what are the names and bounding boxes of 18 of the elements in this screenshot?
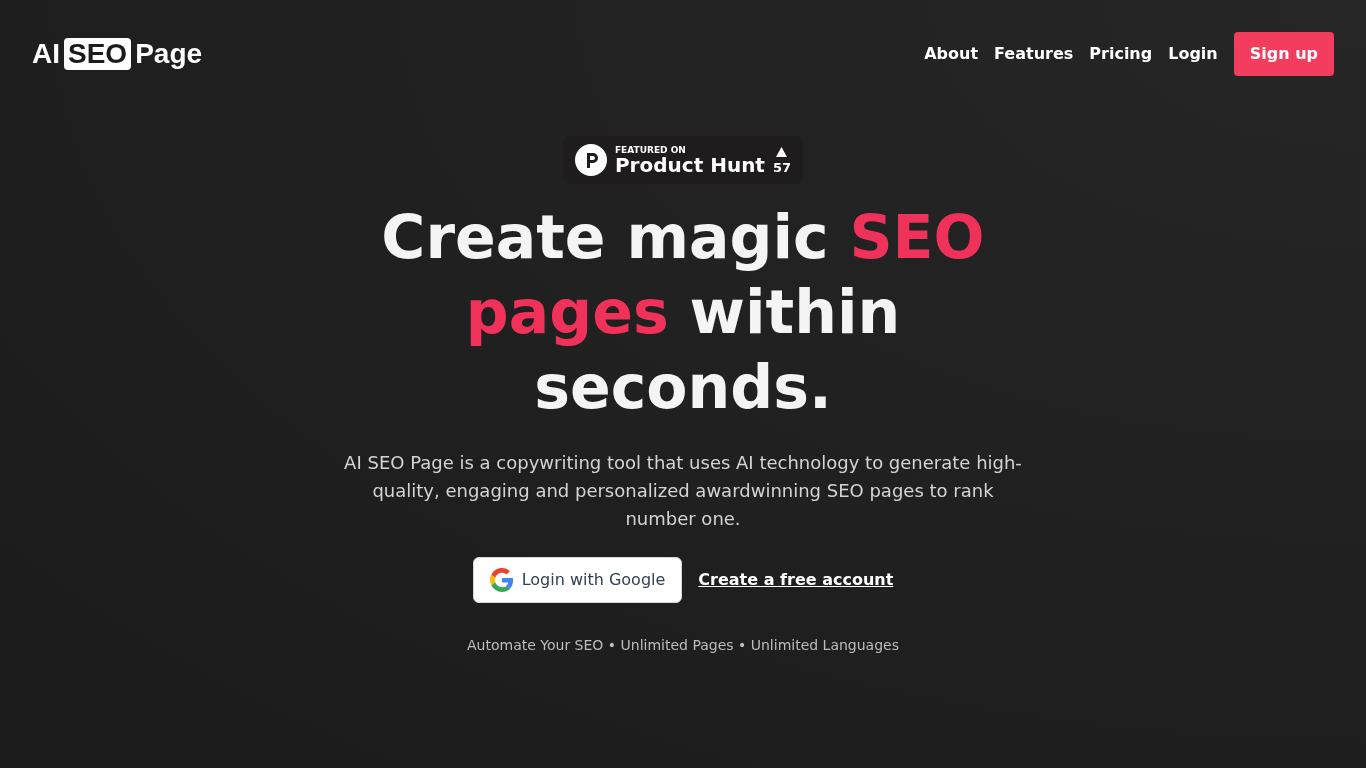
letter-p-circle-icon (574, 144, 607, 176)
vote-count: 57 (772, 160, 792, 174)
headline: Create magic SEO pages within seconds. (380, 201, 986, 424)
tagline: Automate Your SEO • Unlimited Pages • Unlimited Languages (467, 636, 899, 655)
description: AI SEO Page is a copywriting tool that uses AI technology to generate high-quality, engaging and personalized awardwinning SEO pages to rank number one. (343, 451, 1023, 531)
badge-kicker: FEATURED ON (614, 145, 687, 155)
nav-link[interactable]: Pricing (1089, 42, 1153, 66)
logo[interactable]: AI SEO Page (32, 38, 203, 70)
badge-title: Product Hunt (614, 154, 765, 175)
product-hunt-badge[interactable]: FEATURED ON Product Hunt 57 (562, 136, 804, 184)
nav-link[interactable]: Login (1168, 42, 1218, 66)
google-g-icon (489, 568, 514, 592)
nav-link[interactable]: About (924, 42, 979, 66)
triangle-up-icon (776, 146, 788, 157)
google-login-button[interactable]: Login with Google (472, 557, 683, 603)
nav-link[interactable]: Features (994, 42, 1074, 66)
sign-up-button[interactable]: Sign up (1233, 32, 1334, 76)
create-account-link[interactable]: Create a free account (698, 568, 894, 592)
